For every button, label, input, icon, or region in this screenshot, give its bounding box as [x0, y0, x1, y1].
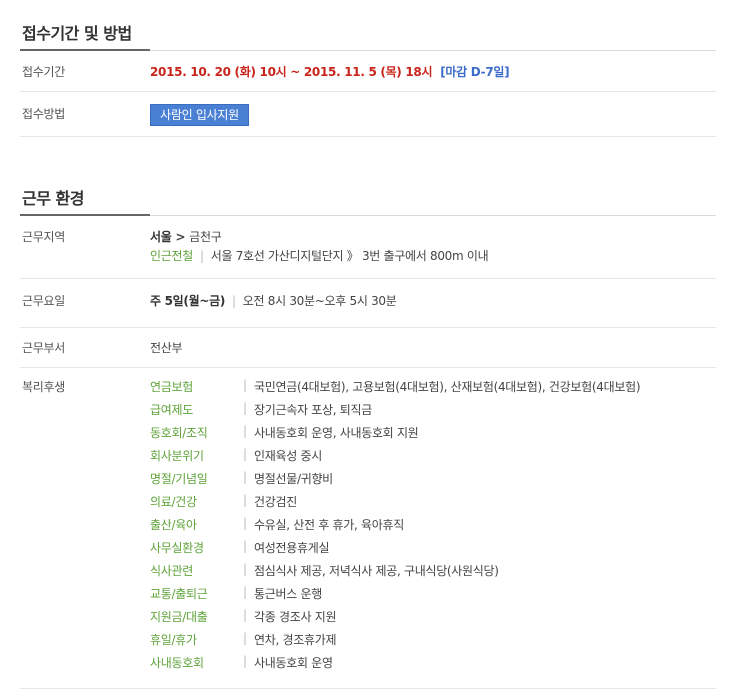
welfare-separator: |: [243, 631, 248, 645]
welfare-separator: |: [243, 539, 248, 553]
welfare-separator: |: [243, 562, 248, 576]
reception-section-title: 접수기간 및 방법: [22, 24, 132, 43]
welfare-value: 명절선물/귀향비: [254, 472, 333, 486]
welfare-category: 회사분위기: [150, 449, 204, 463]
welfare-category: 교통/출퇴근: [150, 587, 208, 601]
welfare-separator: |: [243, 654, 248, 668]
welfare-value: 여성전용휴게실: [254, 541, 330, 555]
deadline-badge: [마감 D-7일]: [440, 65, 510, 79]
welfare-separator: |: [243, 424, 248, 438]
welfare-category: 명절/기념일: [150, 472, 208, 486]
location-value: 서울 > 금천구: [150, 228, 222, 245]
welfare-separator: |: [243, 516, 248, 530]
apply-button[interactable]: 사람인 입사지원: [150, 104, 249, 126]
welfare-value: 사내동호회 운영, 사내동호회 지원: [254, 426, 419, 440]
days-separator: |: [232, 294, 236, 308]
period-label: 접수기간: [22, 65, 65, 79]
welfare-category: 급여제도: [150, 403, 193, 417]
row-divider: [20, 327, 716, 328]
welfare-separator: |: [243, 470, 248, 484]
welfare-value: 국민연금(4대보험), 고용보험(4대보험), 산재보험(4대보험), 건강보험…: [254, 380, 641, 394]
work-title-rule: [20, 214, 716, 216]
welfare-value: 점심식사 제공, 저녁식사 제공, 구내식당(사원식당): [254, 564, 499, 578]
welfare-category: 식사관련: [150, 564, 193, 578]
period-value: 2015. 10. 20 (화) 10시 ~ 2015. 11. 5 (목) 1…: [150, 65, 433, 79]
welfare-value: 수유실, 산전 후 휴가, 육아휴직: [254, 518, 404, 532]
days-line: 주 5일(월~금) | 오전 8시 30분~오후 5시 30분: [150, 292, 397, 309]
reception-title-rule: [20, 49, 716, 51]
welfare-category: 동호회/조직: [150, 426, 208, 440]
days-value: 주 5일(월~금): [150, 294, 226, 308]
hours-value: 오전 8시 30분~오후 5시 30분: [242, 294, 397, 308]
location-city: 서울: [150, 230, 172, 244]
row-divider: [20, 278, 716, 279]
station-label: 인근전철: [150, 249, 193, 263]
work-section-title: 근무 환경: [22, 189, 84, 208]
welfare-value: 장기근속자 포상, 퇴직금: [254, 403, 372, 417]
welfare-category: 휴일/휴가: [150, 633, 197, 647]
welfare-value: 각종 경조사 지원: [254, 610, 337, 624]
row-divider: [20, 136, 716, 137]
welfare-value: 건강검진: [254, 495, 297, 509]
row-divider: [20, 688, 716, 689]
welfare-separator: |: [243, 401, 248, 415]
welfare-label: 복리후생: [22, 380, 65, 394]
welfare-separator: |: [243, 493, 248, 507]
dept-value: 전산부: [150, 341, 183, 355]
row-divider: [20, 367, 716, 368]
location-label: 근무지역: [22, 230, 65, 244]
row-divider: [20, 91, 716, 92]
welfare-category: 지원금/대출: [150, 610, 208, 624]
welfare-value: 사내동호회 운영: [254, 656, 333, 670]
chevron-right-icon: >: [175, 230, 186, 244]
days-label: 근무요일: [22, 294, 65, 308]
welfare-separator: |: [243, 447, 248, 461]
welfare-category: 사내동호회: [150, 656, 204, 670]
station-separator: |: [199, 249, 204, 263]
welfare-separator: |: [243, 608, 248, 622]
welfare-category: 사무실환경: [150, 541, 204, 555]
dept-label: 근무부서: [22, 341, 65, 355]
location-district: 금천구: [189, 230, 222, 244]
station-value: 서울 7호선 가산디지털단지 》 3번 출구에서 800m 이내: [210, 249, 489, 263]
welfare-value: 연차, 경조휴가제: [254, 633, 337, 647]
welfare-separator: |: [243, 585, 248, 599]
welfare-category: 의료/건강: [150, 495, 197, 509]
welfare-category: 연금보험: [150, 380, 193, 394]
welfare-category: 출산/육아: [150, 518, 197, 532]
method-label: 접수방법: [22, 107, 65, 121]
station-line: 인근전철 | 서울 7호선 가산디지털단지 》 3번 출구에서 800m 이내: [150, 247, 489, 264]
welfare-value: 통근버스 운행: [254, 587, 322, 601]
period-value-line: 2015. 10. 20 (화) 10시 ~ 2015. 11. 5 (목) 1…: [150, 63, 510, 80]
welfare-value: 인재육성 중시: [254, 449, 322, 463]
welfare-separator: |: [243, 378, 248, 392]
